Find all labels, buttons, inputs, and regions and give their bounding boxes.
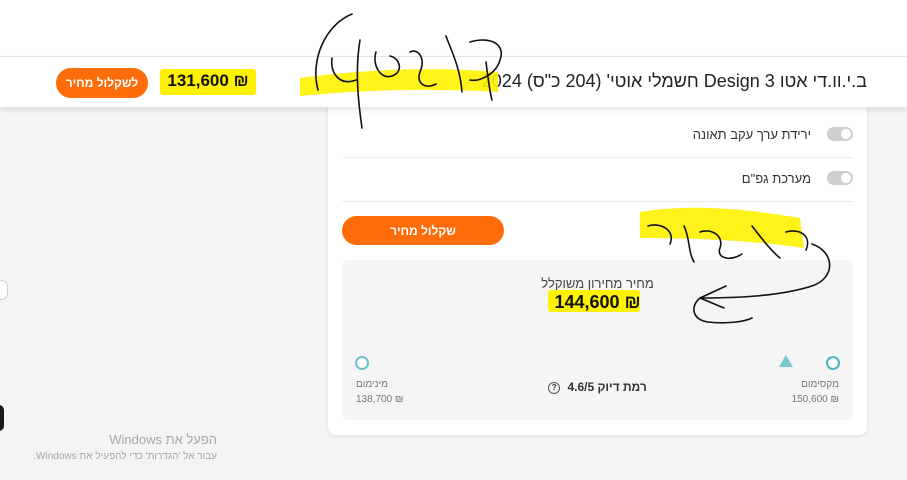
option-label: ירידת ערך עקב תאונה <box>692 127 811 142</box>
help-icon[interactable]: ? <box>548 381 561 394</box>
range-max-marker <box>826 356 840 370</box>
option-label: מערכת גפ"ם <box>741 171 811 186</box>
max-value: ₪ 150,600 <box>791 394 839 405</box>
windows-activation-subtitle: עבור אל 'הגדרות' כדי להפעיל את Windows. <box>33 451 217 462</box>
accuracy-rating: רמת דיוק 4.6/5 ? <box>342 380 853 394</box>
weighted-price-value: ₪ 144,600 <box>554 292 641 312</box>
pricing-card: ירידת ערך עקב תאונה מערכת גפ"ם שקלול מחי… <box>328 100 867 435</box>
calculate-price-button[interactable]: שקלול מחיר <box>342 216 504 245</box>
calculate-price-cta-button[interactable]: לשקלול מחיר <box>56 68 148 98</box>
top-blank-area <box>0 0 907 56</box>
option-row-lpg: מערכת גפ"ם <box>342 157 853 202</box>
range-pointer <box>778 355 793 367</box>
side-scroll-handle[interactable] <box>0 280 8 300</box>
weighted-price-panel: מחיר מחירון משוקלל ₪ 144,600 מקסימום ₪ 1… <box>342 260 853 420</box>
option-row-accident: ירידת ערך עקב תאונה <box>342 113 853 158</box>
weighted-price-label: מחיר מחירון משוקלל <box>541 276 654 291</box>
side-widget[interactable] <box>0 405 4 431</box>
lpg-toggle[interactable] <box>827 171 853 185</box>
range-min-marker <box>355 356 369 370</box>
accident-toggle[interactable] <box>827 127 853 141</box>
price-range-bar <box>355 355 840 370</box>
car-title: ב.י.וו.די אטו 3 Design חשמלי אוטי' (204 … <box>481 71 867 91</box>
top-price: ₪ 131,600 <box>167 71 249 90</box>
sticky-header: ב.י.וו.די אטו 3 Design חשמלי אוטי' (204 … <box>0 56 907 107</box>
windows-activation-title: הפעל את Windows <box>109 432 217 447</box>
min-label: מינימום <box>356 379 389 390</box>
accuracy-text: רמת דיוק 4.6/5 <box>567 380 647 394</box>
min-value: ₪ 138,700 <box>356 394 404 405</box>
